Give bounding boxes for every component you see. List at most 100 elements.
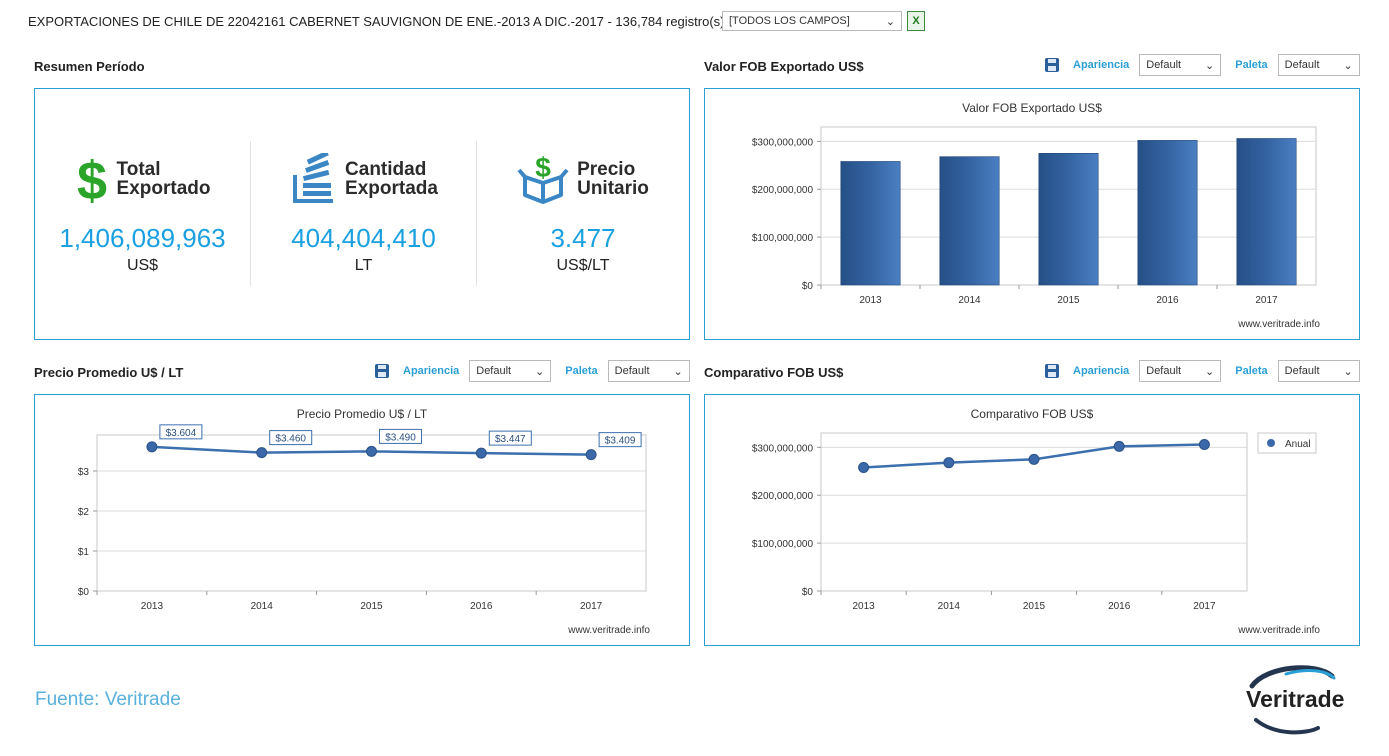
paleta-select[interactable]: Default ⌄ [1277, 54, 1360, 76]
logo-text: Veritrade [1246, 686, 1345, 712]
source-label: Fuente: Veritrade [35, 689, 181, 710]
box-dollar-icon: $ [517, 153, 569, 204]
apariencia-select[interactable]: Default ⌄ [1139, 54, 1222, 76]
report-header: EXPORTACIONES DE CHILE DE 22042161 CABER… [28, 10, 725, 32]
chevron-down-icon: ⌄ [673, 365, 683, 378]
y-tick-label: $100,000,000 [752, 233, 814, 244]
y-tick-label: $0 [78, 587, 90, 598]
y-tick-label: $200,000,000 [752, 491, 814, 502]
report-title: EXPORTACIONES DE CHILE DE 22042161 CABER… [28, 13, 725, 29]
bar [1236, 138, 1297, 286]
excel-icon[interactable]: X [907, 11, 925, 31]
apariencia-select[interactable]: Default ⌄ [469, 360, 552, 382]
y-tick-label: $2 [78, 507, 90, 518]
y-tick-label: $300,000,000 [752, 443, 814, 454]
fields-select[interactable]: [TODOS LOS CAMPOS] ⌄ [722, 11, 902, 31]
y-tick-label: $0 [802, 281, 814, 292]
chart-watermark: www.veritrade.info [1237, 319, 1320, 330]
apariencia-label: Apariencia [1073, 59, 1130, 71]
data-label: $3.460 [275, 434, 306, 445]
summary-label-line1: Precio [577, 159, 636, 180]
bar [1137, 140, 1198, 286]
apariencia-label: Apariencia [1073, 365, 1130, 377]
fob-chart-panel: Valor FOB Exportado US$ $0 $100,000,000 $20… [704, 88, 1360, 340]
x-tick-label: 2014 [958, 295, 981, 306]
summary-title: Resumen Período [34, 59, 145, 74]
summary-total-exported: $ Total Exportado 1,406,089,963 US$ [35, 89, 250, 339]
summary-unit-price: $ Precio Unitario 3.477 US$/LT [477, 89, 689, 339]
x-tick-label: 2016 [1108, 601, 1131, 612]
fields-select-value: [TODOS LOS CAMPOS] [729, 15, 850, 27]
stack-icon [293, 153, 334, 203]
veritrade-logo[interactable]: Veritrade [1246, 664, 1358, 736]
data-point [585, 449, 597, 461]
plot-area [96, 434, 647, 592]
x-tick-label: 2015 [1057, 295, 1080, 306]
total-exported-value: 1,406,089,963 [59, 223, 226, 253]
data-point [943, 457, 955, 469]
data-point [1028, 453, 1040, 465]
summary-label-line1: Total [116, 159, 161, 180]
y-tick-label: $1 [78, 547, 90, 558]
bar [840, 161, 901, 286]
svg-text:$: $ [76, 153, 106, 205]
legend-marker [1267, 439, 1275, 447]
data-point [1113, 440, 1125, 452]
paleta-label: Paleta [565, 365, 598, 377]
paleta-label: Paleta [1235, 59, 1268, 71]
chevron-down-icon: ⌄ [535, 365, 545, 378]
x-tick-label: 2013 [852, 601, 875, 612]
y-tick-label: $300,000,000 [752, 137, 814, 148]
x-tick-label: 2017 [580, 601, 603, 612]
y-tick-label: $200,000,000 [752, 185, 814, 196]
chart-title: Valor FOB Exportado US$ [962, 101, 1102, 115]
data-label: $3.604 [166, 428, 197, 439]
summary-label-line2: Unitario [577, 178, 649, 199]
fob-controls: Apariencia Default ⌄ Paleta Default ⌄ [1045, 54, 1360, 76]
x-tick-label: 2013 [859, 295, 882, 306]
chart-title: Comparativo FOB US$ [971, 407, 1094, 421]
chevron-down-icon: ⌄ [1205, 59, 1215, 72]
fob-section-title: Valor FOB Exportado US$ [704, 59, 864, 74]
paleta-select[interactable]: Default ⌄ [607, 360, 690, 382]
x-tick-label: 2015 [360, 601, 383, 612]
data-point [1198, 438, 1210, 450]
comparativo-controls: Apariencia Default ⌄ Paleta Default ⌄ [1045, 360, 1360, 382]
chevron-down-icon: ⌄ [1343, 365, 1353, 378]
unit-price-unit: US$/LT [556, 257, 610, 274]
paleta-select[interactable]: Default ⌄ [1277, 360, 1360, 382]
quantity-exported-value: 404,404,410 [291, 223, 436, 253]
x-tick-label: 2014 [938, 601, 961, 612]
apariencia-label: Apariencia [403, 365, 460, 377]
data-label: $3.447 [495, 434, 526, 445]
precio-line-chart: Precio Promedio U$ / LT $0 $1 $2 $3 2013 2014 2… [78, 407, 651, 636]
summary-panel: $ Total Exportado 1,406,089,963 US$ Cant… [34, 88, 690, 340]
data-point [858, 461, 870, 473]
save-icon[interactable] [375, 364, 389, 378]
x-tick-label: 2014 [251, 601, 274, 612]
comparativo-line-chart: Comparativo FOB US$ $0 $100,000,000 $200,00… [752, 407, 1321, 636]
unit-price-value: 3.477 [550, 223, 616, 253]
data-point [475, 447, 487, 459]
x-tick-label: 2017 [1193, 601, 1216, 612]
chart-title: Precio Promedio U$ / LT [297, 407, 428, 421]
save-icon[interactable] [1045, 364, 1059, 378]
paleta-label: Paleta [1235, 365, 1268, 377]
apariencia-select[interactable]: Default ⌄ [1139, 360, 1222, 382]
save-icon[interactable] [1045, 58, 1059, 72]
comparativo-section-title: Comparativo FOB US$ [704, 365, 844, 380]
comparativo-chart-panel: Comparativo FOB US$ $0 $100,000,000 $200,00… [704, 394, 1360, 646]
summary-label-line1: Cantidad [345, 159, 427, 180]
data-point [146, 441, 158, 453]
summary-label-line2: Exportada [345, 178, 438, 199]
bar [1038, 153, 1099, 286]
data-point [366, 445, 377, 457]
precio-section-title: Precio Promedio U$ / LT [34, 365, 184, 380]
chart-watermark: www.veritrade.info [1237, 625, 1320, 636]
precio-controls: Apariencia Default ⌄ Paleta Default ⌄ [375, 360, 690, 382]
summary-quantity-exported: Cantidad Exportada 404,404,410 LT [251, 89, 476, 339]
legend-label: Anual [1285, 439, 1311, 450]
quantity-exported-unit: LT [354, 257, 373, 274]
x-tick-label: 2017 [1255, 295, 1278, 306]
x-tick-label: 2016 [470, 601, 493, 612]
